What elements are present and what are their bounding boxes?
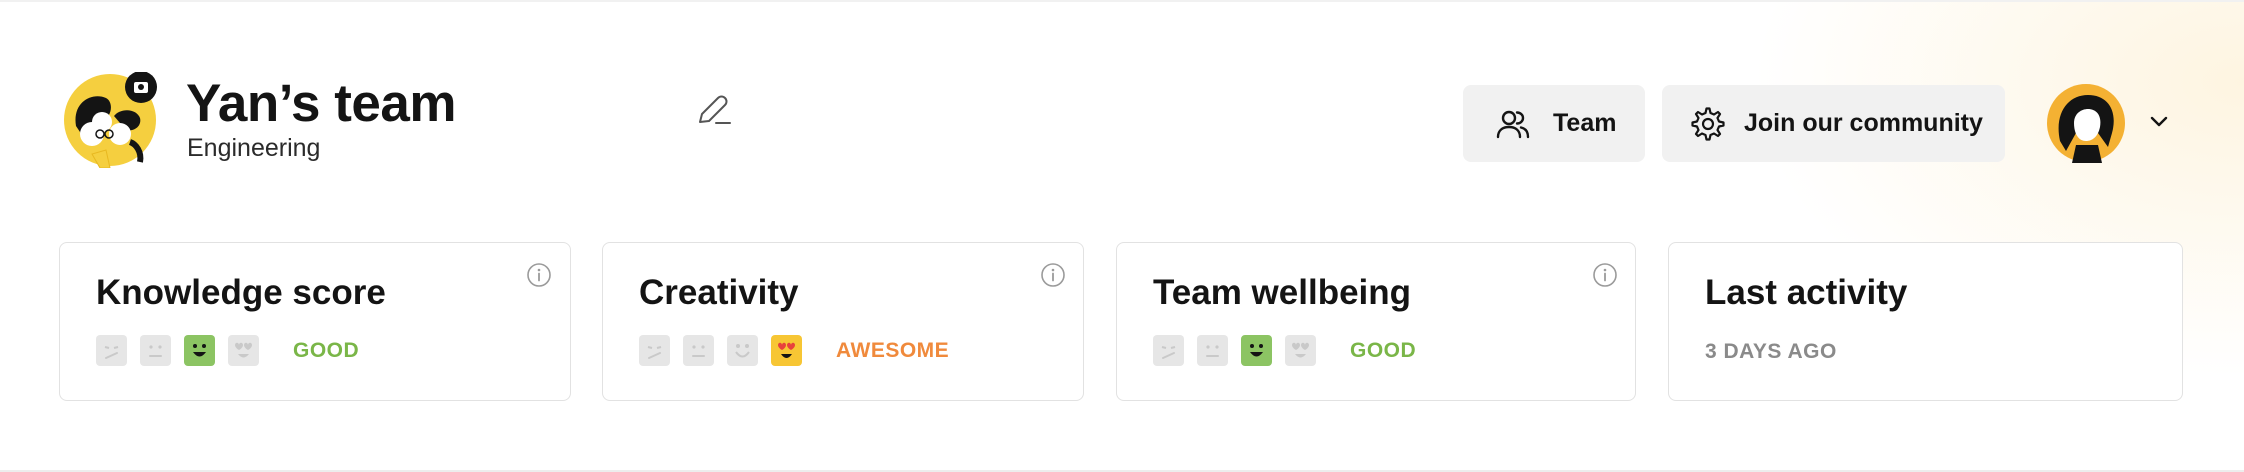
- rating-faces: AWESOME: [639, 335, 949, 366]
- rating-faces: GOOD: [96, 335, 359, 366]
- last-activity-value: 3 DAYS AGO: [1705, 340, 1837, 363]
- happy-face-icon: [727, 335, 758, 366]
- chevron-down-icon: [2150, 116, 2168, 127]
- team-department: Engineering: [187, 134, 321, 162]
- info-icon[interactable]: [1040, 262, 1066, 288]
- creativity-card: Creativity AWESOME: [602, 242, 1084, 401]
- neutral-face-icon: [683, 335, 714, 366]
- love-face-icon: [771, 335, 802, 366]
- rating-faces: GOOD: [1153, 335, 1416, 366]
- happy-face-icon: [1241, 335, 1272, 366]
- sad-face-icon: [639, 335, 670, 366]
- happy-face-icon: [184, 335, 215, 366]
- gear-icon: [1691, 106, 1725, 141]
- rating-label: AWESOME: [836, 339, 950, 362]
- team-button-label: Team: [1553, 109, 1617, 137]
- info-icon[interactable]: [1592, 262, 1618, 288]
- join-community-label: Join our community: [1744, 109, 1983, 137]
- user-menu[interactable]: [2046, 83, 2168, 163]
- card-title: Creativity: [639, 273, 799, 312]
- card-title: Team wellbeing: [1153, 273, 1412, 312]
- last-activity-card: Last activity 3 DAYS AGO: [1668, 242, 2183, 401]
- neutral-face-icon: [140, 335, 171, 366]
- card-title: Knowledge score: [96, 273, 386, 312]
- love-face-icon: [1285, 335, 1316, 366]
- team-name: Yan’s team: [186, 74, 456, 133]
- love-face-icon: [228, 335, 259, 366]
- info-icon[interactable]: [526, 262, 552, 288]
- knowledge-score-card: Knowledge score GOOD: [59, 242, 571, 401]
- sad-face-icon: [1153, 335, 1184, 366]
- rating-label: GOOD: [293, 339, 360, 362]
- rating-label: GOOD: [1350, 339, 1417, 362]
- join-community-button[interactable]: Join our community: [1662, 85, 2005, 162]
- team-wellbeing-card: Team wellbeing GOOD: [1116, 242, 1636, 401]
- header: Yan’s team Engineering Team Join our com…: [0, 0, 2244, 220]
- neutral-face-icon: [1197, 335, 1228, 366]
- users-icon: [1496, 110, 1530, 138]
- team-illustration-icon: [64, 72, 157, 168]
- user-avatar-icon: [2047, 84, 2125, 163]
- team-button[interactable]: Team: [1463, 85, 1645, 162]
- pencil-icon[interactable]: [694, 92, 736, 130]
- sad-face-icon: [96, 335, 127, 366]
- card-title: Last activity: [1705, 273, 1908, 312]
